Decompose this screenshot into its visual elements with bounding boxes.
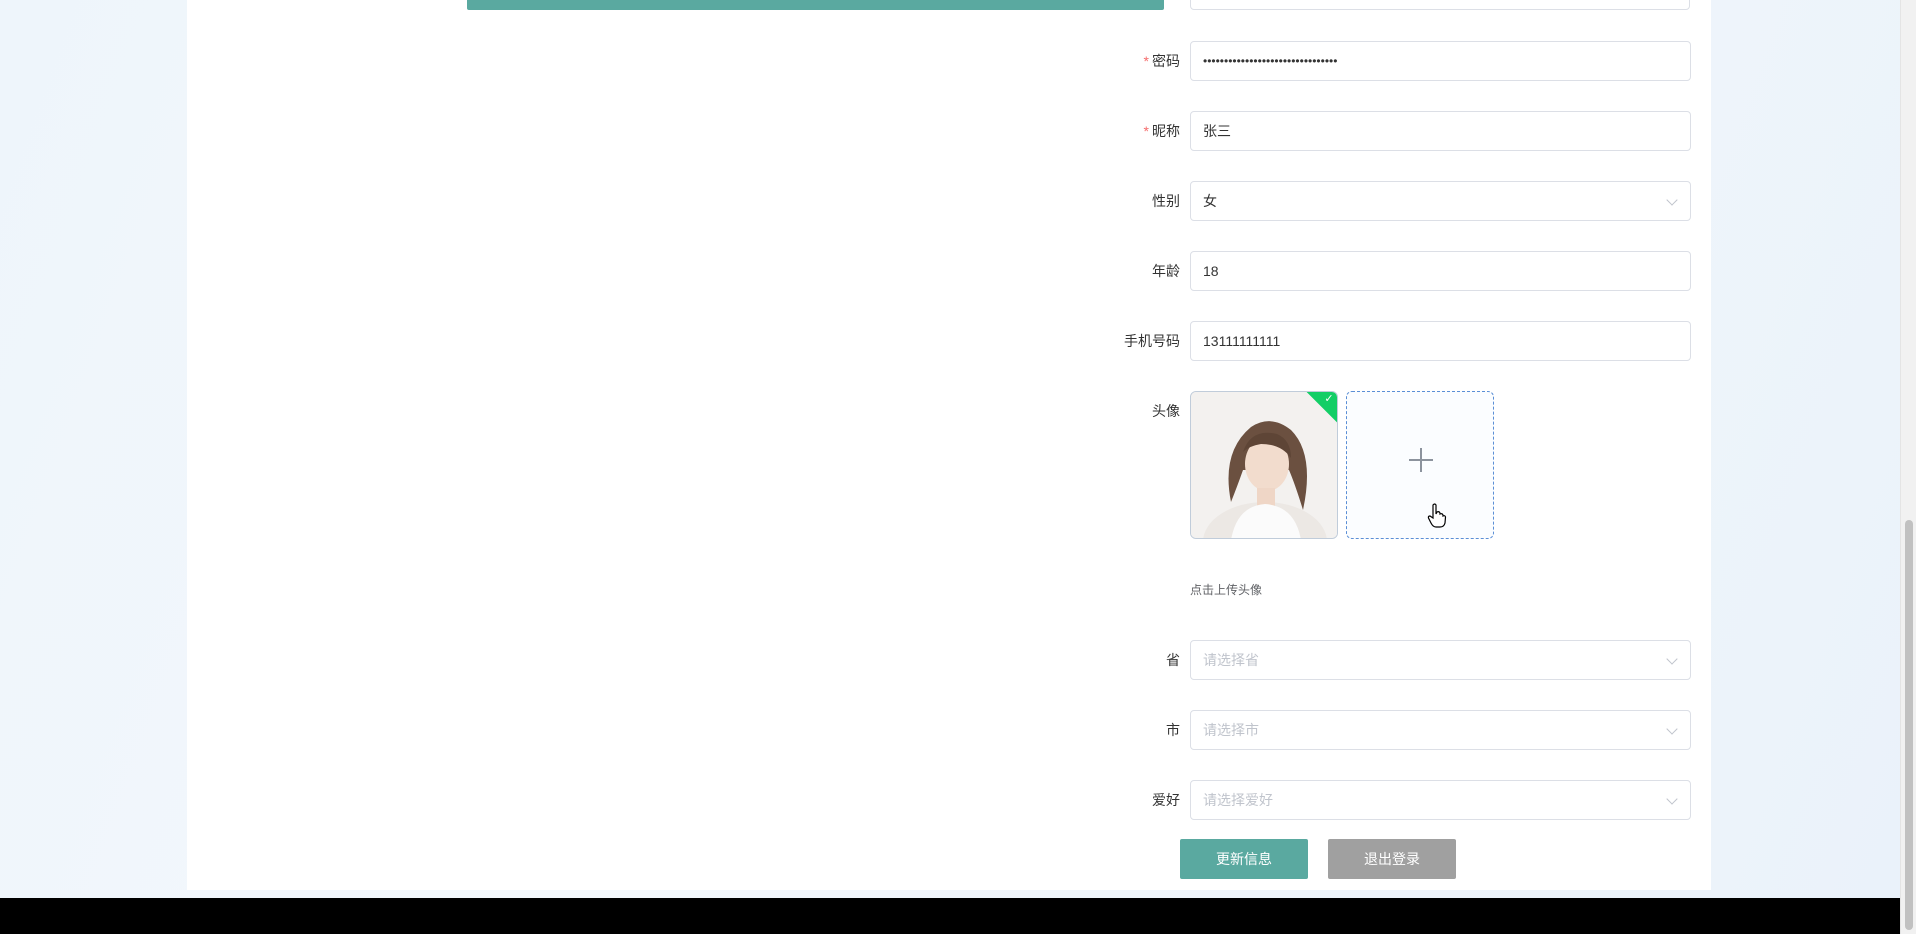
previous-field[interactable]: [1190, 0, 1690, 10]
gender-select[interactable]: 女: [1190, 181, 1691, 221]
chevron-down-icon: [1666, 723, 1678, 735]
chevron-down-icon: [1666, 194, 1678, 206]
phone-input[interactable]: 13111111111: [1190, 321, 1691, 361]
hobby-label: 爱好: [1152, 792, 1180, 808]
city-row: 市 请选择市: [1000, 710, 1692, 750]
avatar-upload-button[interactable]: [1346, 391, 1494, 539]
password-input[interactable]: ••••••••••••••••••••••••••••••••: [1190, 41, 1691, 81]
avatar-upload-hint: 点击上传头像: [1190, 583, 1263, 597]
avatar-preview[interactable]: ✓: [1190, 391, 1338, 539]
city-select[interactable]: 请选择市: [1190, 710, 1691, 750]
gender-value: 女: [1203, 193, 1217, 209]
city-label: 市: [1166, 722, 1180, 738]
hand-cursor-icon: [1427, 503, 1447, 528]
age-input[interactable]: 18: [1190, 251, 1691, 291]
age-row: 年龄 18: [1000, 251, 1692, 291]
nickname-label: * 昵称: [1143, 123, 1180, 139]
province-row: 省 请选择省: [1000, 640, 1692, 680]
password-label: * 密码: [1143, 53, 1180, 69]
chevron-down-icon: [1666, 653, 1678, 665]
gender-row: 性别 女: [1000, 181, 1692, 221]
header-accent-bar: [467, 0, 1164, 10]
city-placeholder: 请选择市: [1203, 722, 1259, 738]
province-label: 省: [1166, 652, 1180, 668]
avatar-label: 头像: [1152, 403, 1180, 419]
phone-label: 手机号码: [1124, 333, 1180, 349]
chevron-down-icon: [1666, 793, 1678, 805]
hobby-select[interactable]: 请选择爱好: [1190, 780, 1691, 820]
vertical-scrollbar[interactable]: [1900, 0, 1916, 934]
hobby-placeholder: 请选择爱好: [1203, 792, 1273, 808]
age-label: 年龄: [1152, 263, 1180, 279]
taskbar: [0, 898, 1916, 934]
province-placeholder: 请选择省: [1203, 652, 1259, 668]
check-icon: ✓: [1324, 393, 1334, 405]
password-row: * 密码 ••••••••••••••••••••••••••••••••: [1000, 41, 1692, 81]
avatar-image: [1191, 392, 1337, 538]
gender-label: 性别: [1152, 193, 1180, 209]
nickname-input[interactable]: 张三: [1190, 111, 1691, 151]
logout-button[interactable]: 退出登录: [1328, 839, 1456, 879]
update-info-button[interactable]: 更新信息: [1180, 839, 1308, 879]
plus-icon-vertical: [1420, 448, 1422, 472]
hobby-row: 爱好 请选择爱好: [1000, 780, 1692, 820]
phone-row: 手机号码 13111111111: [1000, 321, 1692, 361]
province-select[interactable]: 请选择省: [1190, 640, 1691, 680]
required-mark: *: [1143, 53, 1149, 69]
required-mark: *: [1143, 123, 1149, 139]
scrollbar-thumb[interactable]: [1905, 520, 1913, 930]
nickname-row: * 昵称 张三: [1000, 111, 1692, 151]
